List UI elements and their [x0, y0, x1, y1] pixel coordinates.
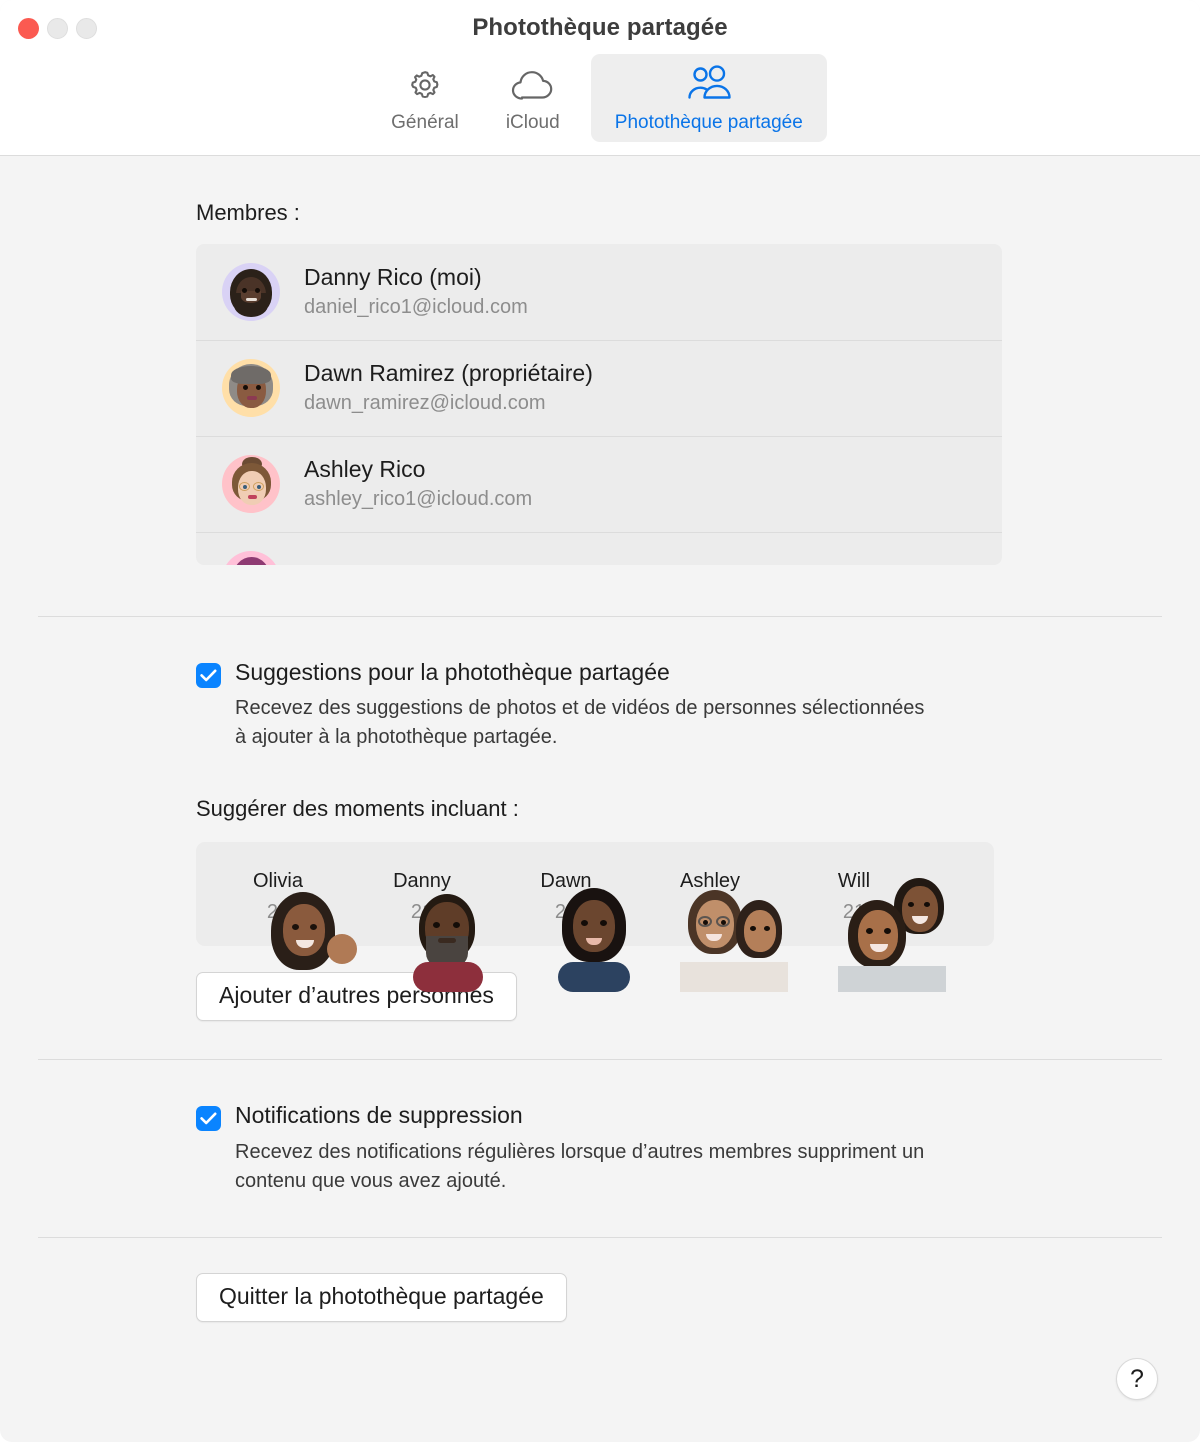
suggest-moments-label: Suggérer des moments incluant : [196, 796, 519, 822]
avatar [222, 455, 280, 513]
tab-shared-library[interactable]: Photothèque partagée [590, 54, 827, 142]
preferences-content: Membres : Danny Rico (moi) daniel_rico1@… [0, 156, 1200, 1322]
member-row[interactable]: Dawn Ramirez (propriétaire) dawn_ramirez… [196, 340, 1002, 436]
member-name: Dawn Ramirez (propriétaire) [304, 360, 593, 387]
avatar [222, 551, 280, 565]
members-label: Membres : [196, 200, 300, 225]
window-toolbar: Photothèque partagée Général iCloud Phot… [0, 0, 1200, 156]
cloud-icon [510, 64, 556, 106]
preferences-window: Photothèque partagée Général iCloud Phot… [0, 0, 1200, 1442]
tab-shared-library-label: Photothèque partagée [614, 112, 803, 133]
toolbar-tabs: Général iCloud Photothèque partagée [0, 54, 1200, 142]
two-people-icon [684, 64, 734, 106]
help-button[interactable]: ? [1116, 1358, 1158, 1400]
avatar [222, 359, 280, 417]
leave-shared-library-button[interactable]: Quitter la photothèque partagée [196, 1272, 567, 1322]
tab-icloud[interactable]: iCloud [485, 54, 581, 142]
deletion-notifications-setting[interactable]: Notifications de suppression Recevez des… [196, 1102, 1200, 1195]
person-item[interactable]: Dawn 21 [512, 870, 631, 993]
suggestions-setting[interactable]: Suggestions pour la photothèque partagée… [196, 659, 1200, 752]
member-row[interactable]: Danny Rico (moi) daniel_rico1@icloud.com [196, 244, 1002, 340]
deletion-notifications-checkbox[interactable] [196, 1106, 221, 1132]
member-name: Danny Rico (moi) [304, 264, 482, 291]
suggestions-title: Suggestions pour la photothèque partagée [235, 659, 670, 685]
divider-2 [38, 1059, 1162, 1061]
member-email: ashley_rico1@icloud.com [304, 487, 533, 510]
gear-icon [406, 64, 444, 106]
tab-icloud-label: iCloud [505, 112, 560, 133]
avatar [222, 263, 280, 321]
members-list[interactable]: Danny Rico (moi) daniel_rico1@icloud.com [196, 244, 1002, 565]
person-item[interactable]: Olivia 21 [224, 870, 357, 971]
person-item[interactable]: Ashley 21 [656, 870, 788, 993]
member-row-partial[interactable] [196, 532, 1002, 565]
window-title: Photothèque partagée [472, 14, 728, 41]
divider-1 [38, 616, 1162, 617]
deletion-notifications-description: Recevez des notifications régulières lor… [235, 1140, 925, 1192]
person-name: Will [837, 870, 871, 893]
leave-button-wrap: Quitter la photothèque partagée [196, 1272, 1200, 1322]
suggested-people-list: Olivia 21 Danny 21 [196, 842, 994, 993]
tab-general[interactable]: Général [373, 54, 477, 142]
suggestions-checkbox[interactable] [196, 663, 221, 688]
person-name: Olivia [252, 870, 303, 893]
tab-general-label: Général [391, 112, 459, 133]
person-item[interactable]: Will 21 [800, 870, 946, 993]
deletion-notifications-title: Notifications de suppression [235, 1102, 523, 1129]
person-item[interactable]: Danny 21 [368, 870, 484, 993]
member-name: Ashley Rico [304, 456, 426, 483]
person-name: Danny [393, 870, 451, 893]
suggestions-description: Recevez des suggestions de photos et de … [235, 697, 925, 749]
member-email: daniel_rico1@icloud.com [304, 295, 528, 318]
member-row[interactable]: Ashley Rico ashley_rico1@icloud.com [196, 436, 1002, 532]
divider-3 [38, 1236, 1162, 1238]
member-email: dawn_ramirez@icloud.com [304, 391, 546, 414]
person-name: Ashley [679, 870, 741, 893]
